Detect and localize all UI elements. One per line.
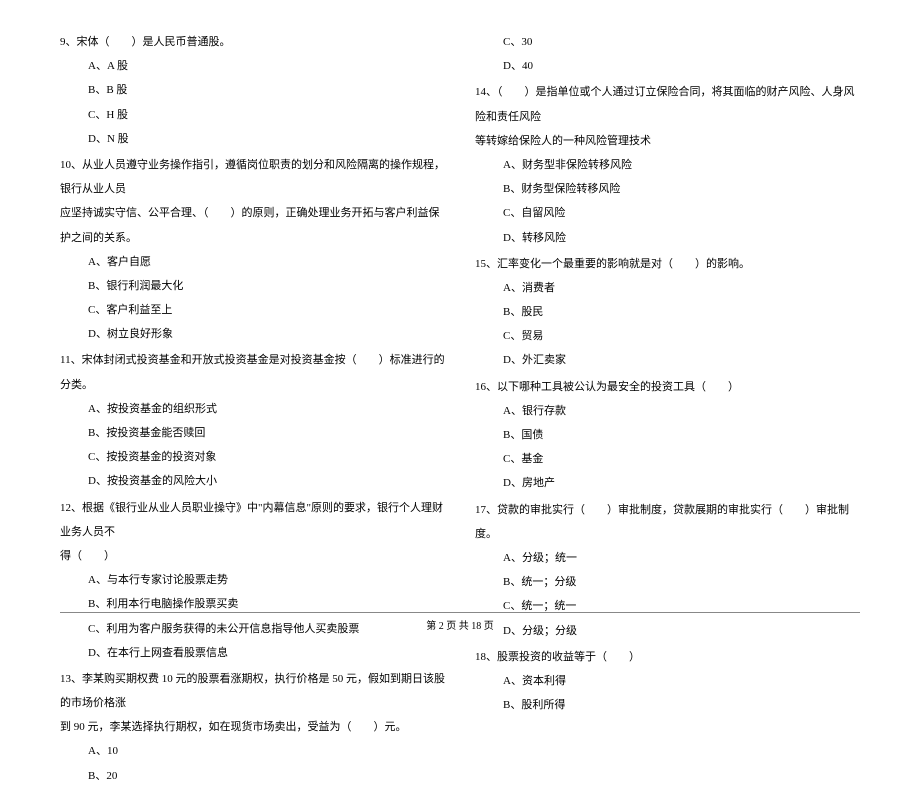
q18-option-b: B、股利所得	[475, 693, 860, 717]
q9-option-a: A、A 股	[60, 54, 445, 78]
q17-option-a: A、分级；统一	[475, 546, 860, 570]
q10-option-c: C、客户利益至上	[60, 298, 445, 322]
q17-text: 17、贷款的审批实行（ ）审批制度，贷款展期的审批实行（ ）审批制度。	[475, 498, 860, 546]
q18-option-a: A、资本利得	[475, 669, 860, 693]
q12-option-a: A、与本行专家讨论股票走势	[60, 568, 445, 592]
q11-option-d: D、按投资基金的风险大小	[60, 469, 445, 493]
q13-option-c: C、30	[475, 30, 860, 54]
q9-option-c: C、H 股	[60, 103, 445, 127]
page-footer: 第 2 页 共 18 页	[60, 612, 860, 632]
q9-text: 9、宋体（ ）是人民币普通股。	[60, 30, 445, 54]
q10-text-line1: 10、从业人员遵守业务操作指引，遵循岗位职责的划分和风险隔离的操作规程，银行从业…	[60, 153, 445, 201]
q12-text-line1: 12、根据《银行业从业人员职业操守》中"内幕信息"原则的要求，银行个人理财业务人…	[60, 496, 445, 544]
q10-option-a: A、客户自愿	[60, 250, 445, 274]
q13-text-line2: 到 90 元，李某选择执行期权，如在现货市场卖出，受益为（ ）元。	[60, 715, 445, 739]
q14-option-a: A、财务型非保险转移风险	[475, 153, 860, 177]
q14-option-b: B、财务型保险转移风险	[475, 177, 860, 201]
q13-option-a: A、10	[60, 739, 445, 763]
question-11: 11、宋体封闭式投资基金和开放式投资基金是对投资基金按（ ）标准进行的分类。 A…	[60, 348, 445, 493]
q9-option-d: D、N 股	[60, 127, 445, 151]
q14-option-c: C、自留风险	[475, 201, 860, 225]
q13-option-b: B、20	[60, 764, 445, 788]
q9-option-b: B、B 股	[60, 78, 445, 102]
q14-text-line1: 14、（ ）是指单位或个人通过订立保险合同，将其面临的财产风险、人身风险和责任风…	[475, 80, 860, 128]
q15-option-b: B、股民	[475, 300, 860, 324]
q16-option-c: C、基金	[475, 447, 860, 471]
q10-option-d: D、树立良好形象	[60, 322, 445, 346]
q15-option-c: C、贸易	[475, 324, 860, 348]
q11-option-c: C、按投资基金的投资对象	[60, 445, 445, 469]
q18-text: 18、股票投资的收益等于（ ）	[475, 645, 860, 669]
question-15: 15、汇率变化一个最重要的影响就是对（ ）的影响。 A、消费者 B、股民 C、贸…	[475, 252, 860, 373]
q10-option-b: B、银行利润最大化	[60, 274, 445, 298]
q16-option-b: B、国债	[475, 423, 860, 447]
q16-option-a: A、银行存款	[475, 399, 860, 423]
q11-option-b: B、按投资基金能否赎回	[60, 421, 445, 445]
q12-text-line2: 得（ ）	[60, 544, 445, 568]
q17-option-b: B、统一；分级	[475, 570, 860, 594]
q15-option-a: A、消费者	[475, 276, 860, 300]
q14-text-line2: 等转嫁给保险人的一种风险管理技术	[475, 129, 860, 153]
question-18: 18、股票投资的收益等于（ ） A、资本利得 B、股利所得	[475, 645, 860, 718]
q12-option-d: D、在本行上网查看股票信息	[60, 641, 445, 665]
right-column: C、30 D、40 14、（ ）是指单位或个人通过订立保险合同，将其面临的财产风…	[475, 30, 860, 580]
question-16: 16、以下哪种工具被公认为最安全的投资工具（ ） A、银行存款 B、国债 C、基…	[475, 375, 860, 496]
q16-option-d: D、房地产	[475, 471, 860, 495]
question-10: 10、从业人员遵守业务操作指引，遵循岗位职责的划分和风险隔离的操作规程，银行从业…	[60, 153, 445, 347]
question-14: 14、（ ）是指单位或个人通过订立保险合同，将其面临的财产风险、人身风险和责任风…	[475, 80, 860, 249]
q15-option-d: D、外汇卖家	[475, 348, 860, 372]
left-column: 9、宋体（ ）是人民币普通股。 A、A 股 B、B 股 C、H 股 D、N 股 …	[60, 30, 445, 580]
question-13-continued: C、30 D、40	[475, 30, 860, 78]
q11-option-a: A、按投资基金的组织形式	[60, 397, 445, 421]
content-columns: 9、宋体（ ）是人民币普通股。 A、A 股 B、B 股 C、H 股 D、N 股 …	[60, 30, 860, 580]
q14-option-d: D、转移风险	[475, 226, 860, 250]
q11-text: 11、宋体封闭式投资基金和开放式投资基金是对投资基金按（ ）标准进行的分类。	[60, 348, 445, 396]
q10-text-line2: 应坚持诚实守信、公平合理、（ ）的原则，正确处理业务开拓与客户利益保护之间的关系…	[60, 201, 445, 249]
question-12: 12、根据《银行业从业人员职业操守》中"内幕信息"原则的要求，银行个人理财业务人…	[60, 496, 445, 665]
q15-text: 15、汇率变化一个最重要的影响就是对（ ）的影响。	[475, 252, 860, 276]
q13-text-line1: 13、李某购买期权费 10 元的股票看涨期权，执行价格是 50 元，假如到期日该…	[60, 667, 445, 715]
question-13: 13、李某购买期权费 10 元的股票看涨期权，执行价格是 50 元，假如到期日该…	[60, 667, 445, 788]
q16-text: 16、以下哪种工具被公认为最安全的投资工具（ ）	[475, 375, 860, 399]
q13-option-d: D、40	[475, 54, 860, 78]
question-9: 9、宋体（ ）是人民币普通股。 A、A 股 B、B 股 C、H 股 D、N 股	[60, 30, 445, 151]
